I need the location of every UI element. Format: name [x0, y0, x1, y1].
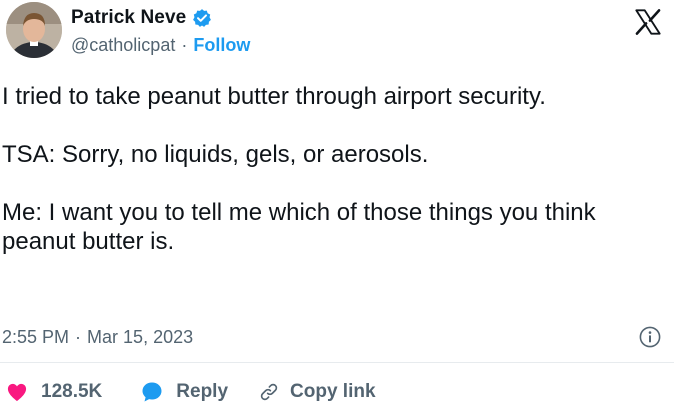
tweet-paragraph: TSA: Sorry, no liquids, gels, or aerosol… [2, 141, 429, 168]
like-button[interactable]: 128.5K [6, 381, 102, 403]
author-handle-row: @catholicpat · Follow [71, 35, 250, 56]
follow-button[interactable]: Follow [193, 35, 250, 56]
tweet-paragraph: Me: I want you to tell me which of those… [2, 199, 596, 255]
tweet-card: Patrick Neve @catholicpat · Follow I tri… [0, 0, 674, 406]
author-display-name[interactable]: Patrick Neve [71, 7, 186, 29]
speech-bubble-icon [142, 382, 162, 402]
tweet-timestamp[interactable]: 2:55 PM · Mar 15, 2023 [2, 327, 193, 348]
tweet-actions: 128.5K Reply Copy link [6, 380, 376, 404]
copy-link-button[interactable]: Copy link [258, 381, 376, 403]
tweet-text: I tried to take peanut butter through ai… [2, 82, 674, 256]
x-logo-icon[interactable] [634, 8, 662, 36]
heart-icon [7, 383, 27, 402]
info-icon[interactable] [639, 326, 661, 348]
avatar[interactable] [6, 2, 62, 58]
reply-button[interactable]: Reply [140, 380, 228, 404]
timestamp-separator: · [75, 327, 82, 347]
tweet-date: Mar 15, 2023 [87, 327, 194, 347]
like-count: 128.5K [41, 381, 103, 402]
avatar-photo [6, 2, 62, 58]
tweet-paragraph: I tried to take peanut butter through ai… [2, 83, 546, 110]
tweet-time: 2:55 PM [2, 327, 70, 347]
divider [0, 362, 674, 363]
author-name-row: Patrick Neve [71, 7, 212, 29]
reply-label: Reply [176, 381, 229, 402]
copy-link-label: Copy link [290, 381, 376, 402]
handle-separator: · [181, 35, 188, 55]
verified-badge-icon [193, 9, 212, 27]
link-icon [260, 383, 278, 401]
author-handle[interactable]: @catholicpat [71, 35, 175, 56]
